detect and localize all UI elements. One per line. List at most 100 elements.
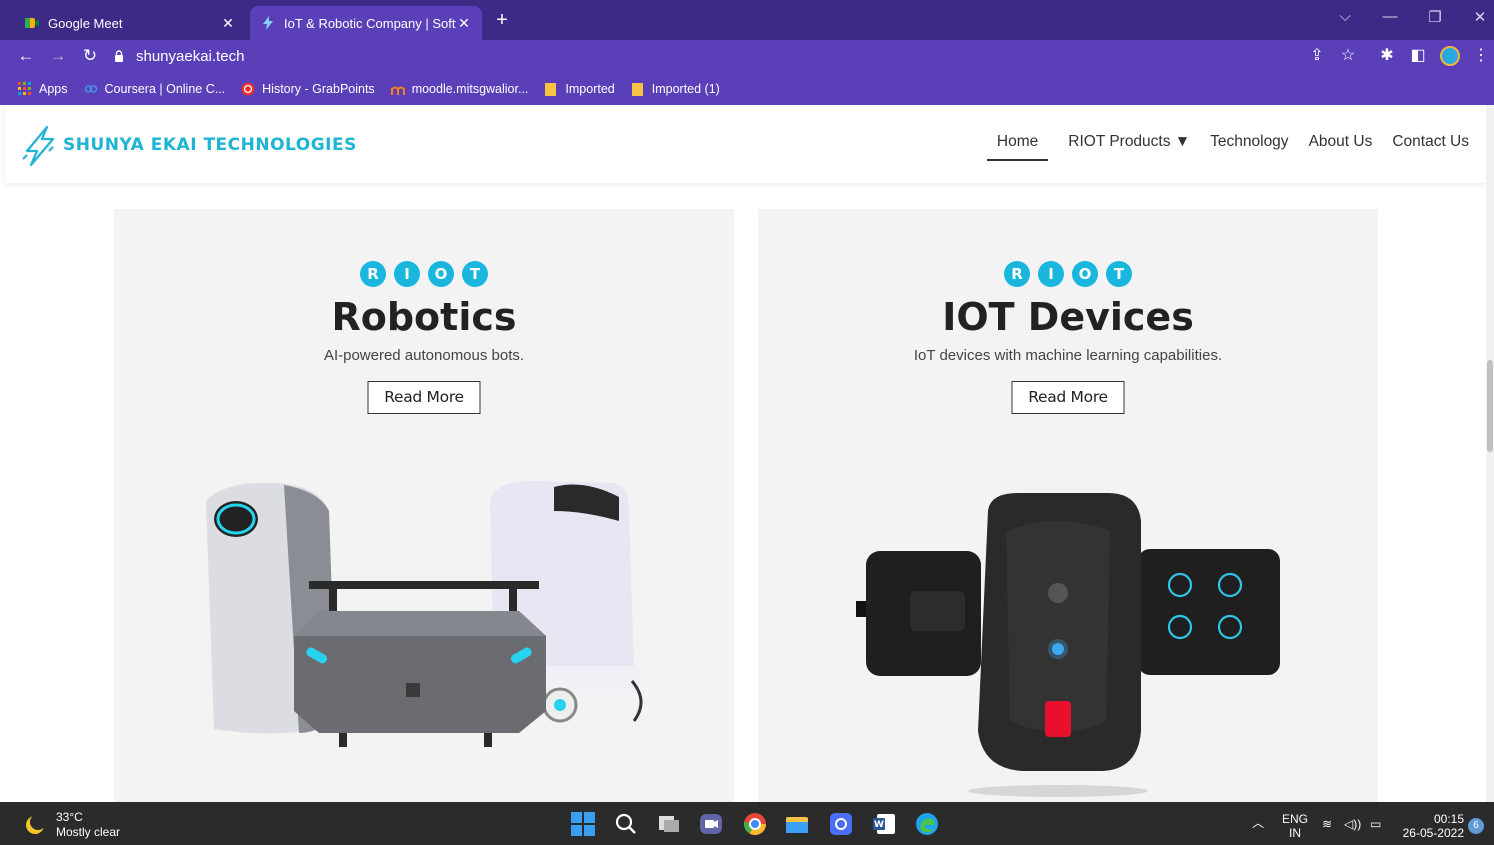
word-icon[interactable]: W: [871, 811, 897, 837]
bookmark-label: moodle.mitsgwalior...: [411, 81, 529, 96]
card-title: IOT Devices: [942, 295, 1194, 339]
lang-top: ENG: [1281, 812, 1308, 826]
bookmark-label: History - GrabPoints: [262, 81, 375, 96]
bookmarks-bar: Apps Coursera | Online C... History - Gr…: [0, 72, 1494, 105]
address-toolbar: ← → ↻ shunyaekai.tech ⇪ ☆ ✱ ◧ ⋮: [0, 40, 1494, 72]
weather-widget[interactable]: 33°C Mostly clear: [56, 810, 120, 840]
bookmark-apps[interactable]: Apps: [18, 81, 68, 96]
riot-badge: R I O T: [356, 261, 492, 287]
show-hidden-icons[interactable]: ︿: [1252, 816, 1264, 830]
nav-technology[interactable]: Technology: [1210, 133, 1288, 161]
chrome-icon[interactable]: [742, 811, 768, 837]
riot-letter: I: [394, 261, 420, 287]
profile-avatar[interactable]: [1440, 46, 1460, 66]
product-card-robotics: R I O T Robotics AI-powered autonomous b…: [114, 209, 734, 802]
notification-badge[interactable]: 6: [1468, 818, 1484, 834]
lock-icon: [115, 50, 123, 62]
svg-text:W: W: [874, 820, 884, 830]
edge-icon[interactable]: [914, 811, 940, 837]
bookmark-label: Imported (1): [651, 81, 720, 96]
menu-kebab-icon[interactable]: ⋮: [1470, 45, 1492, 67]
bookmark-folder-imported-1[interactable]: Imported (1): [631, 82, 720, 96]
coursera-icon: [84, 84, 97, 93]
close-window-icon[interactable]: ✕: [1465, 8, 1494, 26]
nav-riot-products[interactable]: RIOT Products ▼: [1068, 133, 1190, 161]
bookmark-star-icon[interactable]: ☆: [1337, 45, 1359, 67]
lightning-logo-icon[interactable]: [21, 125, 57, 167]
bookmark-label: Imported: [565, 81, 615, 96]
battery-icon[interactable]: ▭: [1370, 817, 1381, 831]
robots-product-image: [206, 481, 643, 747]
volume-icon[interactable]: ◁)): [1344, 817, 1361, 831]
riot-letter: T: [462, 261, 488, 287]
close-tab-icon[interactable]: ✕: [456, 15, 472, 32]
nav-home[interactable]: Home: [986, 133, 1049, 161]
clock-date: 26-05-2022: [1402, 826, 1464, 840]
task-view-icon[interactable]: [656, 811, 682, 837]
google-meet-icon: [25, 18, 39, 28]
card-title: Robotics: [331, 295, 517, 339]
extensions-icon[interactable]: ✱: [1376, 45, 1398, 67]
product-card-iot: R I O T IOT Devices IoT devices with mac…: [758, 209, 1378, 802]
folder-icon: [631, 82, 643, 96]
app-launcher-icon[interactable]: [828, 811, 854, 837]
scrollbar-thumb[interactable]: [1487, 360, 1493, 452]
side-panel-icon[interactable]: ◧: [1407, 45, 1429, 67]
apps-grid-icon: [18, 81, 31, 95]
card-subtitle: IoT devices with machine learning capabi…: [913, 347, 1223, 364]
nav-contact-us[interactable]: Contact Us: [1392, 133, 1469, 161]
tab-search-icon[interactable]: ⌵: [1330, 8, 1360, 25]
riot-letter: O: [1072, 261, 1098, 287]
riot-letter: R: [360, 261, 386, 287]
page-scrollbar[interactable]: [1486, 105, 1494, 802]
weather-desc: Mostly clear: [56, 825, 121, 839]
bookmark-coursera[interactable]: Coursera | Online C...: [84, 81, 226, 96]
back-icon[interactable]: ←: [14, 44, 38, 68]
web-page: SHUNYA EKAI TECHNOLOGIES Home RIOT Produ…: [0, 105, 1486, 802]
windows-start-icon[interactable]: [570, 811, 596, 837]
bookmark-moodle[interactable]: moodle.mitsgwalior...: [390, 81, 529, 96]
share-icon[interactable]: ⇪: [1306, 45, 1328, 67]
read-more-button[interactable]: Read More: [1011, 381, 1125, 414]
clock-time: 00:15: [1433, 812, 1464, 826]
reload-icon[interactable]: ↻: [78, 44, 102, 68]
tab-title: Google Meet: [48, 15, 123, 31]
site-header: SHUNYA EKAI TECHNOLOGIES Home RIOT Produ…: [5, 105, 1486, 183]
iot-devices-image: [856, 493, 1280, 797]
restore-icon[interactable]: ❐: [1420, 8, 1450, 26]
riot-badge: R I O T: [1000, 261, 1136, 287]
moodle-icon: [390, 86, 405, 95]
riot-letter: O: [428, 261, 454, 287]
site-logo-text[interactable]: SHUNYA EKAI TECHNOLOGIES: [63, 135, 357, 155]
bookmark-grabpoints[interactable]: History - GrabPoints: [241, 82, 375, 96]
file-explorer-icon[interactable]: [784, 811, 810, 837]
url-text: shunyaekai.tech: [136, 47, 245, 65]
main-nav: Home RIOT Products ▼ Technology About Us…: [967, 133, 1469, 161]
new-tab-button[interactable]: +: [490, 8, 514, 32]
search-icon[interactable]: [613, 811, 639, 837]
lightning-favicon-icon: [263, 16, 273, 30]
tab-google-meet[interactable]: Google Meet ✕: [14, 6, 246, 40]
os-taskbar: 33°C Mostly clear W ︿ ENG IN ≋ ◁)) ▭ 00:…: [0, 802, 1494, 845]
tab-shunyaekai[interactable]: IoT & Robotic Company | Software ✕: [250, 6, 482, 40]
weather-temp: 33°C: [56, 810, 83, 824]
lang-bottom: IN: [1289, 826, 1301, 840]
card-subtitle: AI-powered autonomous bots.: [323, 347, 525, 364]
tab-title: IoT & Robotic Company | Software: [284, 15, 456, 31]
bookmark-folder-imported[interactable]: Imported: [544, 81, 615, 96]
forward-icon[interactable]: →: [46, 44, 70, 68]
close-tab-icon[interactable]: ✕: [220, 15, 236, 32]
grabpoints-icon: [241, 82, 255, 95]
read-more-button[interactable]: Read More: [367, 381, 481, 414]
moon-weather-icon[interactable]: [24, 814, 46, 836]
language-indicator[interactable]: ENG IN: [1280, 812, 1310, 840]
clock[interactable]: 00:15 26-05-2022: [1398, 812, 1464, 840]
folder-icon: [545, 82, 557, 96]
bookmark-label: Coursera | Online C...: [104, 81, 226, 96]
url-field[interactable]: shunyaekai.tech: [112, 43, 1342, 69]
nav-about-us[interactable]: About Us: [1309, 133, 1373, 161]
wifi-icon[interactable]: ≋: [1322, 817, 1332, 831]
teams-chat-icon[interactable]: [698, 811, 724, 837]
minimize-icon[interactable]: —: [1375, 8, 1405, 25]
bookmark-label: Apps: [39, 81, 68, 96]
